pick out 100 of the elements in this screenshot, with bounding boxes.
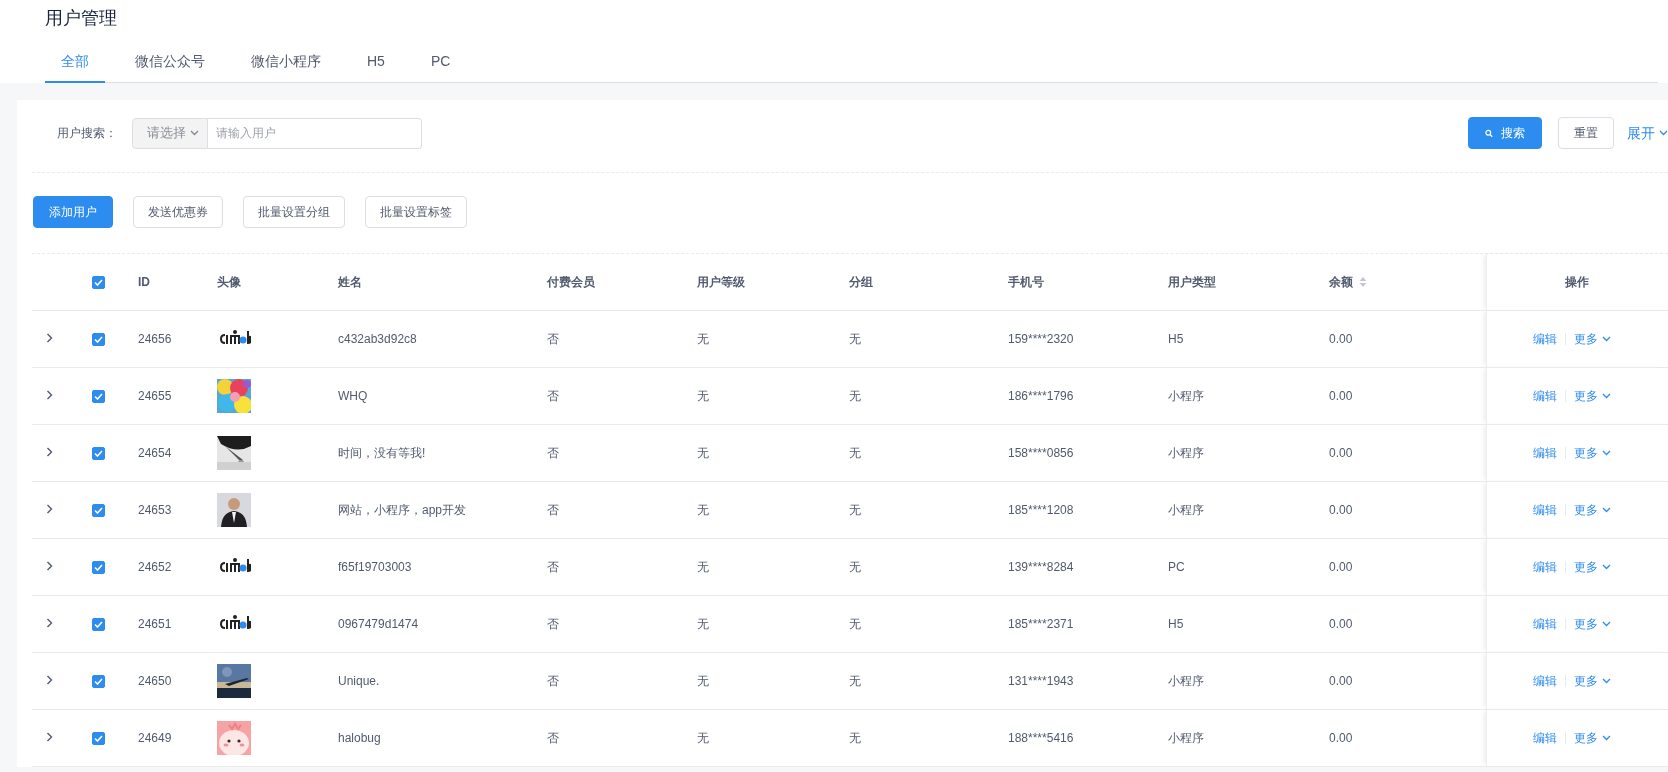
table-cell: 0.00 — [1319, 367, 1486, 424]
toolbar-button[interactable]: 批量设置分组 — [243, 196, 345, 228]
tab[interactable]: PC — [414, 40, 467, 83]
table-cell: 188****5416 — [998, 709, 1158, 766]
more-link[interactable]: 更多 — [1574, 557, 1612, 576]
edit-link[interactable]: 编辑 — [1533, 329, 1558, 348]
table-cell: 无 — [687, 424, 839, 481]
more-link[interactable]: 更多 — [1574, 500, 1612, 519]
table-cell: 24656 — [128, 310, 207, 367]
table-cell: PC — [1158, 538, 1319, 595]
table-cell: 24650 — [128, 652, 207, 709]
select-all-checkbox[interactable] — [92, 276, 105, 290]
column-header: 姓名 — [328, 254, 537, 310]
more-link[interactable]: 更多 — [1574, 671, 1612, 690]
edit-link[interactable]: 编辑 — [1533, 386, 1558, 405]
table-cell: f65f19703003 — [328, 538, 537, 595]
expand-icon[interactable] — [46, 446, 53, 457]
caret-icon — [1602, 392, 1612, 399]
table-cell: 无 — [839, 538, 998, 595]
table-cell: 否 — [537, 367, 687, 424]
table-cell: 0.00 — [1319, 310, 1486, 367]
edit-link[interactable]: 编辑 — [1533, 728, 1558, 747]
table-cell: 无 — [839, 310, 998, 367]
more-link[interactable]: 更多 — [1574, 614, 1612, 633]
caret-icon — [1602, 677, 1612, 684]
table-cell: 无 — [687, 652, 839, 709]
table-cell: 否 — [537, 709, 687, 766]
table-cell: 24652 — [128, 538, 207, 595]
more-link[interactable]: 更多 — [1574, 329, 1612, 348]
column-header: 用户等级 — [687, 254, 839, 310]
column-header: 分组 — [839, 254, 998, 310]
more-link[interactable]: 更多 — [1574, 728, 1612, 747]
search-label: 用户搜索： — [57, 125, 117, 142]
expand-icon[interactable] — [46, 389, 53, 400]
table-cell: 无 — [687, 538, 839, 595]
table-cell: 网站，小程序，app开发 — [328, 481, 537, 538]
row-checkbox[interactable] — [92, 617, 105, 631]
expand-icon[interactable] — [46, 332, 53, 343]
table-cell: 0.00 — [1319, 709, 1486, 766]
tab[interactable]: 微信小程序 — [235, 40, 337, 83]
row-checkbox[interactable] — [92, 503, 105, 517]
table-cell: 时间，没有等我! — [328, 424, 537, 481]
row-checkbox[interactable] — [92, 446, 105, 460]
table-cell: 0967479d1474 — [328, 595, 537, 652]
table-cell: 0.00 — [1319, 424, 1486, 481]
table-cell: 无 — [687, 481, 839, 538]
table-cell: H5 — [1158, 310, 1319, 367]
table-cell: 否 — [537, 481, 687, 538]
table-cell: 无 — [839, 481, 998, 538]
edit-link[interactable]: 编辑 — [1533, 443, 1558, 462]
table-cell: 无 — [839, 652, 998, 709]
table-cell: 无 — [687, 595, 839, 652]
column-header: 余额 — [1329, 273, 1353, 291]
column-header: 操作 — [1486, 254, 1668, 310]
edit-link[interactable]: 编辑 — [1533, 557, 1558, 576]
column-header: 付费会员 — [537, 254, 687, 310]
row-checkbox[interactable] — [92, 731, 105, 745]
table-cell: H5 — [1158, 595, 1319, 652]
expand-icon[interactable] — [46, 617, 53, 628]
caret-icon — [1659, 130, 1668, 136]
row-checkbox[interactable] — [92, 389, 105, 403]
expand-icon[interactable] — [46, 503, 53, 514]
table-cell: 24655 — [128, 367, 207, 424]
search-field[interactable]: 请输入用户 — [208, 117, 422, 149]
tab[interactable]: H5 — [351, 40, 401, 83]
row-checkbox[interactable] — [92, 560, 105, 574]
tab[interactable]: 微信公众号 — [119, 40, 221, 83]
table-cell: 无 — [687, 709, 839, 766]
toolbar-button[interactable]: 发送优惠券 — [133, 196, 223, 228]
caret-icon — [1602, 563, 1612, 570]
row-checkbox[interactable] — [92, 332, 105, 346]
edit-link[interactable]: 编辑 — [1533, 500, 1558, 519]
tab[interactable]: 全部 — [45, 40, 105, 83]
table-cell: 159****2320 — [998, 310, 1158, 367]
edit-link[interactable]: 编辑 — [1533, 671, 1558, 690]
table-cell: 24651 — [128, 595, 207, 652]
expand-icon[interactable] — [46, 731, 53, 742]
caret-icon — [1602, 620, 1612, 627]
more-link[interactable]: 更多 — [1574, 386, 1612, 405]
caret-icon — [190, 130, 199, 136]
add-button[interactable]: 添加用户 — [33, 196, 113, 228]
row-checkbox[interactable] — [92, 674, 105, 688]
search-button[interactable]: 搜索 — [1468, 117, 1542, 149]
column-header: 头像 — [207, 254, 328, 310]
reset-button[interactable]: 重置 — [1558, 117, 1614, 149]
toolbar-button[interactable]: 批量设置标签 — [365, 196, 467, 228]
table-cell: 无 — [839, 709, 998, 766]
table-cell: 24649 — [128, 709, 207, 766]
edit-link[interactable]: 编辑 — [1533, 614, 1558, 633]
table-cell: 否 — [537, 310, 687, 367]
expand-icon[interactable] — [46, 560, 53, 571]
caret-icon — [1602, 506, 1612, 513]
table-cell: 无 — [839, 595, 998, 652]
select-field[interactable]: 请选择 — [132, 117, 208, 149]
expand-icon[interactable] — [46, 674, 53, 685]
expand-link[interactable]: 展开 — [1627, 122, 1668, 144]
more-link[interactable]: 更多 — [1574, 443, 1612, 462]
table-cell: 无 — [839, 424, 998, 481]
table-cell: 0.00 — [1319, 481, 1486, 538]
table-cell: 24653 — [128, 481, 207, 538]
